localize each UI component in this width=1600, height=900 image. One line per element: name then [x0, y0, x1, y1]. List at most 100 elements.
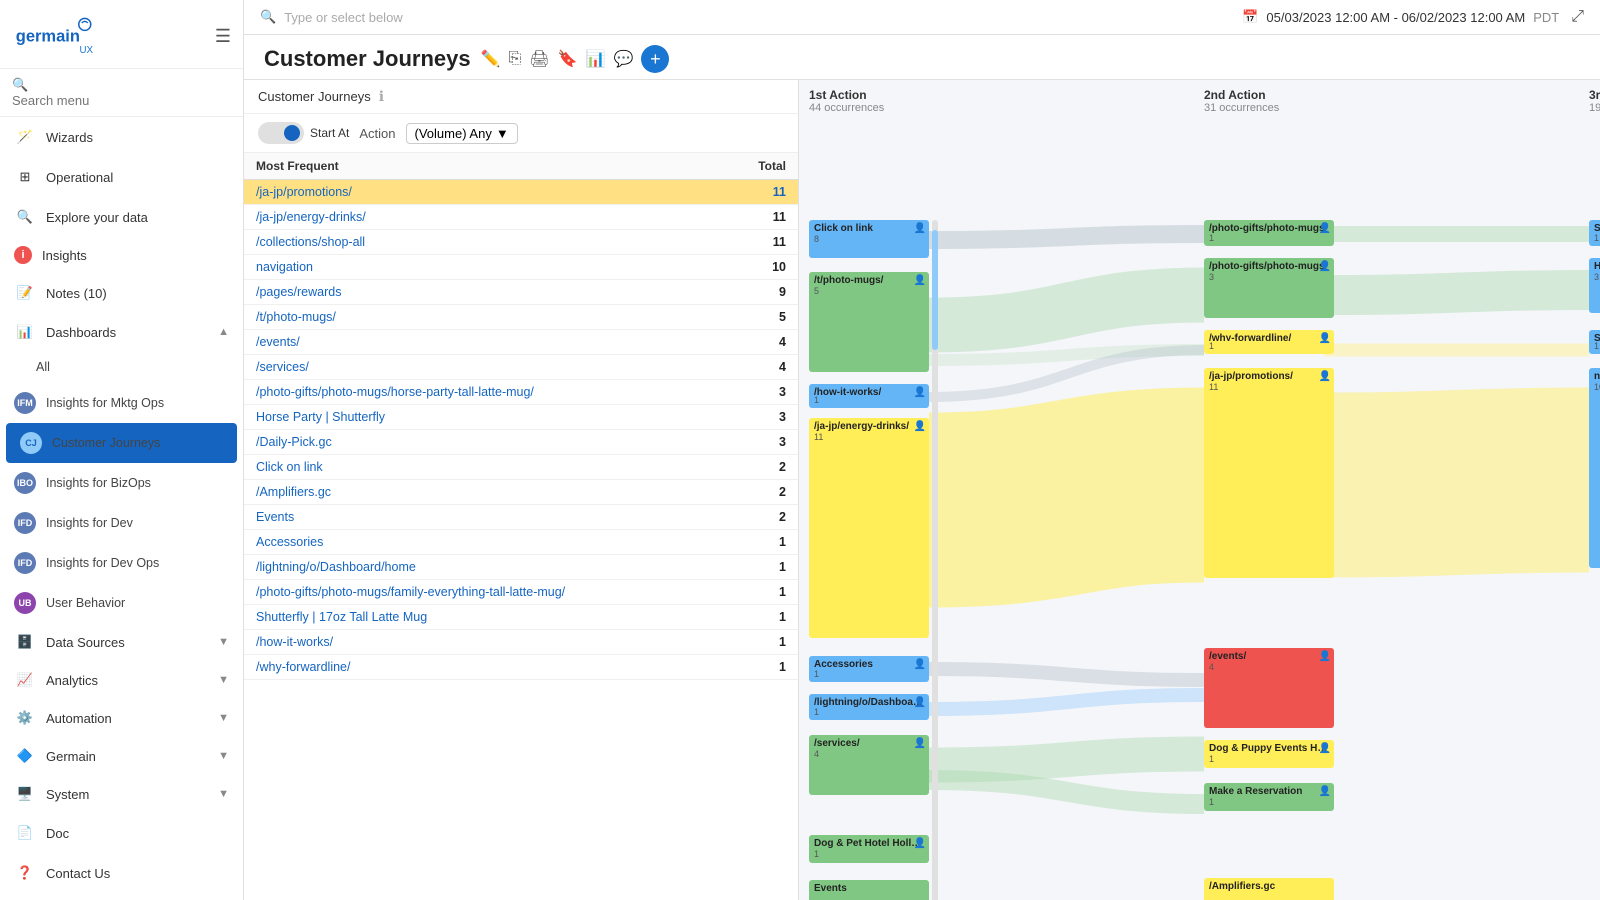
left-panel: Customer Journeys ℹ Start At Action (Vol… [244, 80, 799, 900]
sidebar-item-operational[interactable]: ⊞ Operational [0, 157, 243, 197]
user-icon: 👤 [1319, 786, 1331, 797]
table-row[interactable]: /lightning/o/Dashboard/home1 [244, 555, 798, 580]
table-cell-label: /photo-gifts/photo-mugs/horse-party-tall… [244, 380, 723, 405]
table-row[interactable]: /Daily-Pick.gc3 [244, 430, 798, 455]
hamburger-icon[interactable]: ☰ [215, 26, 231, 47]
node-how-it-works-col1[interactable]: /how-it-works/ 1 👤 [809, 384, 929, 408]
node-events-col1[interactable]: Events [809, 880, 929, 900]
node-navigation-col3[interactable]: navigatio... 10 [1589, 368, 1600, 568]
node-amplifiers-col2[interactable]: /Amplifiers.gc [1204, 878, 1334, 900]
toggle-group[interactable]: Start At [258, 122, 349, 144]
table-row[interactable]: /services/4 [244, 355, 798, 380]
sidebar-section-dashboards[interactable]: 📊 Dashboards ▲ [0, 313, 243, 351]
table-row[interactable]: /t/photo-mugs/5 [244, 305, 798, 330]
copy-icon[interactable]: ⎘ [509, 50, 522, 68]
table-row[interactable]: Events2 [244, 505, 798, 530]
sidebar-section-analytics[interactable]: 📈 Analytics ▼ [0, 661, 243, 699]
node-dog-pet-col1[interactable]: Dog & Pet Hotel Hollywoo 1 👤 [809, 835, 929, 863]
logo-area: germain UX ☰ [0, 0, 243, 69]
sidebar-item-notes[interactable]: 📝 Notes (10) [0, 273, 243, 313]
node-accessories-col1[interactable]: Accessories 1 👤 [809, 656, 929, 682]
table-row[interactable]: /photo-gifts/photo-mugs/horse-party-tall… [244, 380, 798, 405]
node-events-col2[interactable]: /events/ 4 👤 [1204, 648, 1334, 728]
sidebar-item-all[interactable]: All [0, 351, 243, 383]
sidebar: germain UX ☰ 🔍 🪄 Wizards ⊞ Operational 🔍… [0, 0, 244, 900]
node-energy-drinks-col1[interactable]: /ja-jp/energy-drinks/ 11 👤 [809, 418, 929, 638]
sidebar-section-automation[interactable]: ⚙️ Automation ▼ [0, 699, 243, 737]
expand-icon[interactable]: ⤢ [1571, 8, 1584, 26]
table-cell-total: 9 [723, 280, 798, 305]
table-cell-total: 1 [723, 630, 798, 655]
table-cell-label: /photo-gifts/photo-mugs/family-everythin… [244, 580, 723, 605]
node-photo-gifts-1-col2[interactable]: /photo-gifts/photo-mugs/ 1 👤 [1204, 220, 1334, 246]
chevron-up-icon: ▲ [218, 326, 229, 338]
sidebar-item-contact[interactable]: ❓ Contact Us [0, 853, 243, 893]
sidebar-item-insights-dev[interactable]: IFD Insights for Dev [0, 503, 243, 543]
print-icon[interactable]: 🖨 [529, 49, 549, 69]
sidebar-item-explore[interactable]: 🔍 Explore your data [0, 197, 243, 237]
volume-select[interactable]: (Volume) Any ▼ [406, 123, 518, 144]
table-cell-total: 4 [723, 355, 798, 380]
search-menu-area[interactable]: 🔍 [0, 69, 243, 117]
table-row[interactable]: navigation10 [244, 255, 798, 280]
sidebar-item-insights-bizops[interactable]: IBO Insights for BizOps [0, 463, 243, 503]
sidebar-item-insights-devops[interactable]: IFD Insights for Dev Ops [0, 543, 243, 583]
node-make-reservation-col2[interactable]: Make a Reservation 1 👤 [1204, 783, 1334, 811]
table-row[interactable]: Shutterfly | 17oz Tall Latte Mug1 [244, 605, 798, 630]
table-row[interactable]: /ja-jp/promotions/11 [244, 180, 798, 205]
sidebar-item-customer-journeys[interactable]: CJ Customer Journeys [6, 423, 237, 463]
node-photo-gifts-3-col2[interactable]: /photo-gifts/photo-mugs/ 3 👤 [1204, 258, 1334, 318]
node-dog-puppy-col2[interactable]: Dog & Puppy Events Holly... 1 👤 [1204, 740, 1334, 768]
table-row[interactable]: /why-forwardline/1 [244, 655, 798, 680]
info-icon: ℹ [379, 88, 384, 105]
col1-count: 44 occurrences [809, 102, 884, 114]
add-button[interactable]: + [641, 45, 669, 73]
node-why-forwardline-col2[interactable]: /why-forwardline/ 1 👤 [1204, 330, 1334, 354]
node-shutterfly-col3[interactable]: Shutterfly 1 [1589, 220, 1600, 246]
table-row[interactable]: /how-it-works/1 [244, 630, 798, 655]
node-promotions-col2[interactable]: /ja-jp/promotions/ 11 👤 [1204, 368, 1334, 578]
node-lightning-col1[interactable]: /lightning/o/Dashboard/h... 1 👤 [809, 694, 929, 720]
col2-count: 31 occurrences [1204, 102, 1279, 114]
table-cell-total: 1 [723, 655, 798, 680]
badge-ifdo: IFD [14, 552, 36, 574]
col3-count: 19 occurrences [1589, 102, 1600, 114]
sidebar-item-doc[interactable]: 📄 Doc [0, 813, 243, 853]
node-click-on-link[interactable]: Click on link 8 👤 [809, 220, 929, 258]
page-title: Customer Journeys [264, 46, 471, 72]
sidebar-section-datasources[interactable]: 🗄️ Data Sources ▼ [0, 623, 243, 661]
start-at-toggle[interactable] [258, 122, 304, 144]
chart-icon: 📈 [14, 669, 36, 691]
sidebar-item-insights[interactable]: i Insights [0, 237, 243, 273]
table-row[interactable]: /Amplifiers.gc2 [244, 480, 798, 505]
edit-icon[interactable]: ✏️ [481, 49, 501, 69]
chart-icon[interactable]: 📊 [586, 49, 606, 69]
table-cell-label: /why-forwardline/ [244, 655, 723, 680]
node-photo-mugs-col1[interactable]: /t/photo-mugs/ 5 👤 [809, 272, 929, 372]
sidebar-item-wizards[interactable]: 🪄 Wizards [0, 117, 243, 157]
table-row[interactable]: /collections/shop-all11 [244, 230, 798, 255]
dashboard-icon: 📊 [14, 321, 36, 343]
table-row[interactable]: Horse Party | Shutterfly3 [244, 405, 798, 430]
table-row[interactable]: /ja-jp/energy-drinks/11 [244, 205, 798, 230]
table-cell-label: /how-it-works/ [244, 630, 723, 655]
vertical-scrollbar-track[interactable] [932, 220, 938, 900]
comment-icon[interactable]: 💬 [614, 49, 634, 69]
sidebar-section-system[interactable]: 🖥️ System ▼ [0, 775, 243, 813]
sidebar-item-user-behavior[interactable]: UB User Behavior [0, 583, 243, 623]
vertical-scrollbar-thumb[interactable] [932, 230, 938, 350]
table-row[interactable]: /pages/rewards9 [244, 280, 798, 305]
node-small-bus-col3[interactable]: Small Bus... 1 [1589, 330, 1600, 354]
global-search[interactable]: 🔍 Type or select below [260, 9, 1230, 25]
sidebar-section-germain[interactable]: 🔷 Germain ▼ [0, 737, 243, 775]
search-input[interactable] [12, 93, 231, 108]
table-row[interactable]: /photo-gifts/photo-mugs/family-everythin… [244, 580, 798, 605]
bookmark-icon[interactable]: 🔖 [558, 49, 578, 69]
table-row[interactable]: Click on link2 [244, 455, 798, 480]
table-row[interactable]: /events/4 [244, 330, 798, 355]
table-row[interactable]: Accessories1 [244, 530, 798, 555]
node-services-col1[interactable]: /services/ 4 👤 [809, 735, 929, 795]
node-horse-party-col3[interactable]: Horse Par... 3 [1589, 258, 1600, 313]
sidebar-item-insights-mktops[interactable]: IFM Insights for Mktg Ops [0, 383, 243, 423]
main-area: 🔍 Type or select below 📅 05/03/2023 12:0… [244, 0, 1600, 900]
